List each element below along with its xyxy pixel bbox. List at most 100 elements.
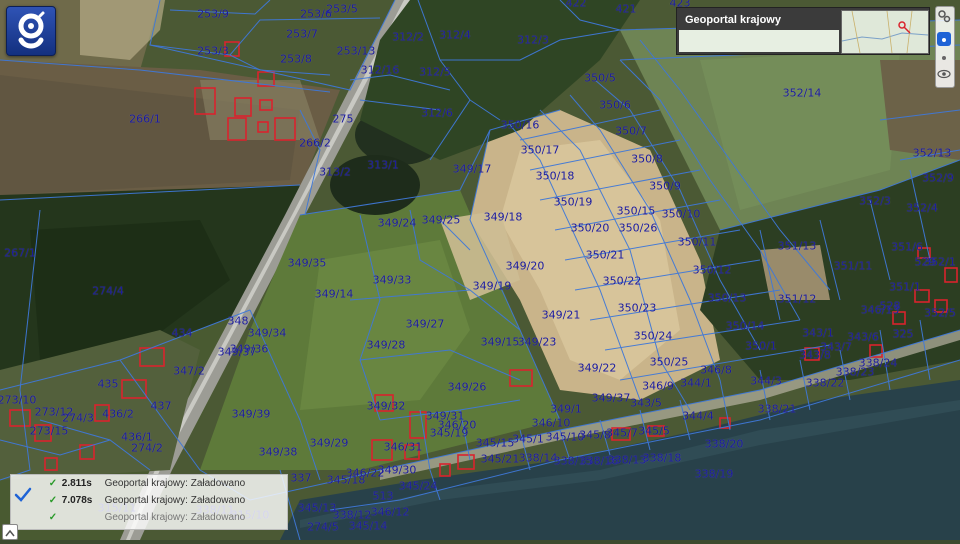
parcel-number-label: 253/8 [280,52,312,66]
parcel-number-label: 338/19 [694,467,734,481]
map-canvas[interactable]: 253/9 253/6 253/5 422 421 423 253/7 312/2 312/4 3… [0,0,960,541]
parcel-number-label: 350/8 [631,152,663,166]
parcel-number-label: 349/33 [372,273,412,287]
geoportal-logo[interactable] [6,6,56,56]
overview-strip [679,30,839,52]
parcel-number-label: 349/37 [591,391,631,405]
geoportal-g-logo-icon [18,11,45,49]
parcel-number-label: 349/29 [309,436,349,450]
parcel-number-label: 350/14 [725,319,765,333]
parcel-number-label: 350/21 [585,248,625,262]
parcel-number-label: 253/3 [197,44,229,58]
parcel-number-label: 349/18 [483,210,523,224]
parcel-number-label: 351/1 [889,280,921,294]
parcel-number-label: 344/1 [680,376,712,390]
parcel-number-label: 349/25 [421,213,461,227]
parcel-number-label: 345/1 [512,432,544,446]
parcel-number-label: 350/11 [677,235,717,249]
parcel-number-label: 437 [150,399,172,413]
parcel-number-label: 349/19 [472,279,512,293]
parcel-number-label: 345/15 [475,436,515,450]
overview-map-panel[interactable]: Geoportal krajowy [676,7,930,55]
parcel-number-label: 338/22 [805,376,845,390]
parcel-number-label: 352/13 [912,146,952,160]
parcel-number-label: 422 [565,0,587,10]
status-row: ✓ Geoportal krajowy: Załadowano [47,512,245,528]
parcel-number-label: 352/5 [924,306,956,320]
parcel-number-label: 349/20 [505,259,545,273]
parcel-number-label: 349/23 [517,335,557,349]
parcel-number-label: 351/6 [891,240,923,254]
parcel-number-label: 352/14 [782,86,822,100]
parcel-number-label: 345/5 [638,424,670,438]
parcel-number-label: 528 [879,299,901,313]
parcel-number-label: 349/1 [550,402,582,416]
parcel-number-label: 345/24 [398,479,438,493]
eye-icon[interactable] [937,66,951,80]
parcel-number-label: 350/23 [617,301,657,315]
parcel-number-label: 348 [227,314,249,328]
parcel-number-label: 421 [615,2,637,16]
parcel-number-label: 351/13 [777,239,817,253]
parcel-number-label: 434 [171,326,193,340]
parcel-number-label: 274/2 [131,441,163,455]
status-row: ✓ 2.811s Geoportal krajowy: Załadowano [47,478,245,494]
parcel-number-label: 350/1 [745,339,777,353]
parcel-number-label: 338/24 [858,356,898,370]
parcel-number-label: 349/17 [452,162,492,176]
parcel-number-label: 350/16 [500,118,540,132]
status-time: 2.811s [61,478,92,489]
parcel-number-label: 343/7 [820,340,852,354]
parcel-number-label: 337 [290,471,312,485]
parcel-number-label: 436/2 [102,407,134,421]
status-ok-icon [14,486,32,504]
parcel-number-label: 350/15 [616,204,656,218]
parcel-number-label: 350/19 [553,195,593,209]
parcel-number-label: 343/1 [802,326,834,340]
parcel-number-label: 346/22 [345,466,385,480]
parcel-number-label: 350/24 [633,329,673,343]
parcel-number-label: 345/19 [429,426,469,440]
parcel-number-label: 350/6 [599,98,631,112]
overview-thumbnail[interactable] [841,10,929,54]
parcel-number-label: 350/7 [615,124,647,138]
parcel-number-label: 349/38 [258,445,298,459]
parcel-number-label: 253/5 [326,2,358,16]
parcel-number-label: 274/3 [62,411,94,425]
parcel-number-label: 274/4 [92,284,124,298]
parcel-number-label: 253/7 [286,27,318,41]
parcel-number-label: 349/22 [577,361,617,375]
parcel-number-label: 343/5 [630,396,662,410]
parcel-number-label: 344/3 [750,374,782,388]
parcel-number-label: 267/1 [4,246,36,260]
parcel-number-label: 345/14 [348,519,388,533]
overview-title: Geoportal krajowy [685,14,781,26]
parcel-number-label: 312/4 [439,28,471,42]
status-text: Geoportal krajowy: Załadowano [104,512,246,523]
parcel-number-label: 312/2 [392,30,424,44]
check-icon: ✓ [48,512,58,523]
parcel-number-label: 352/1 [924,255,956,269]
status-text: Geoportal krajowy: Załadowano [104,478,246,489]
parcel-number-label: 350/22 [602,274,642,288]
parcel-number-label: 350/20 [570,221,610,235]
parcel-number-label: 435 [97,377,119,391]
parcel-number-label: 350/25 [649,355,689,369]
parcel-number-label: 253/13 [336,44,376,58]
parcel-number-label: 346/8 [700,363,732,377]
scale-dot-icon[interactable] [937,50,951,64]
check-icon: ✓ [48,478,58,489]
parcel-number-label: 513 [372,489,394,503]
parcel-number-label: 274/5 [307,520,339,534]
parcel-number-label: 338/14 [518,451,558,465]
corner-toggle-button[interactable] [2,524,18,540]
parcel-number-label: 346/9 [642,379,674,393]
parcel-number-label: 350/9 [649,179,681,193]
status-text: Geoportal krajowy: Załadowano [104,495,246,506]
parcel-number-label: 312/16 [360,63,400,77]
tools-menu-icon[interactable] [937,8,951,23]
layer-toggle-icon[interactable] [937,32,951,46]
parcel-number-label: 338/18 [642,451,682,465]
parcel-number-label: 350/5 [584,71,616,85]
parcel-number-label: 345/13 [297,501,337,515]
